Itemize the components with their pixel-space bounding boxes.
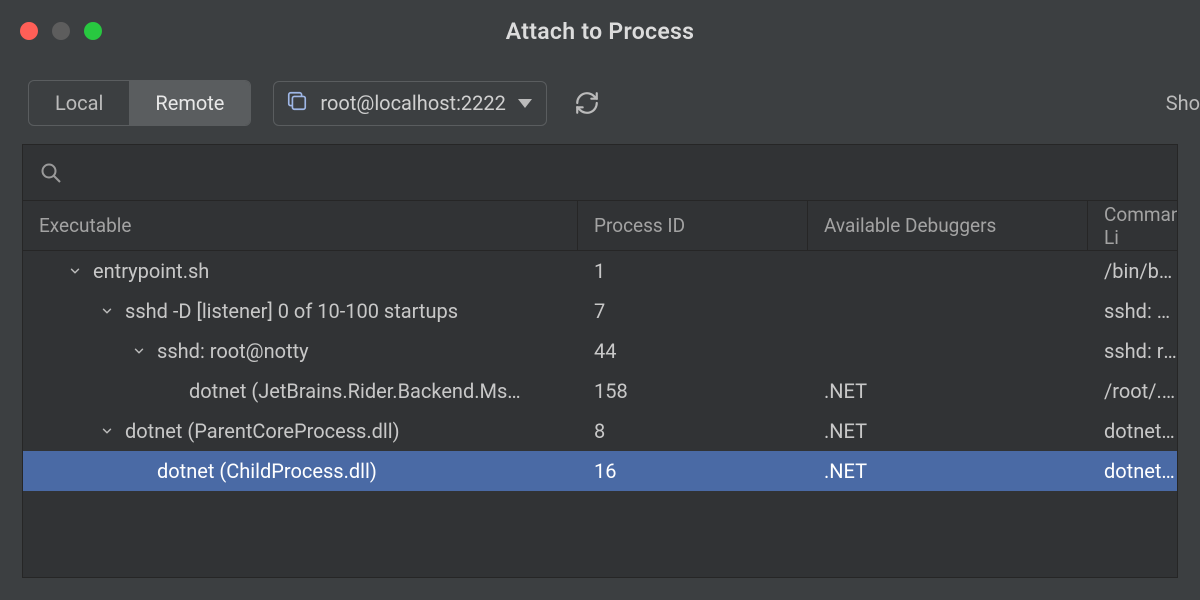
- col-executable[interactable]: Executable: [23, 201, 578, 250]
- window-controls: [20, 22, 102, 40]
- cell-executable: dotnet (ChildProcess.dll): [23, 459, 578, 483]
- zoom-window-button[interactable]: [84, 22, 102, 40]
- cell-debuggers: .NET: [808, 419, 1088, 443]
- dialog-title: Attach to Process: [506, 18, 695, 45]
- remote-host-icon: [286, 90, 308, 117]
- search-row[interactable]: [23, 145, 1177, 201]
- refresh-icon: [574, 90, 600, 116]
- executable-label: dotnet (ParentCoreProcess.dll): [125, 419, 400, 443]
- chevron-down-icon: [518, 99, 532, 108]
- executable-label: entrypoint.sh: [93, 259, 209, 283]
- refresh-button[interactable]: [569, 85, 605, 121]
- cell-executable: entrypoint.sh: [23, 259, 578, 283]
- cell-pid: 7: [578, 299, 808, 323]
- chevron-down-icon[interactable]: [99, 304, 115, 318]
- table-row[interactable]: entrypoint.sh 1/bin/bash /app: [23, 251, 1177, 291]
- cell-cmd: /bin/bash /app: [1088, 259, 1177, 283]
- connection-mode-segmented: Local Remote: [28, 80, 251, 126]
- table-row[interactable]: sshd: root@notty 44 sshd: root@no: [23, 331, 1177, 371]
- cell-cmd: dotnet /app/P: [1088, 419, 1177, 443]
- cell-pid: 1: [578, 259, 808, 283]
- chevron-down-icon[interactable]: [131, 344, 147, 358]
- table-row[interactable]: sshd -D [listener] 0 of 10-100 startups 7…: [23, 291, 1177, 331]
- chevron-down-icon[interactable]: [67, 264, 83, 278]
- cell-pid: 44: [578, 339, 808, 363]
- minimize-window-button[interactable]: [52, 22, 70, 40]
- table-header: Executable Process ID Available Debugger…: [23, 201, 1177, 251]
- tab-local[interactable]: Local: [29, 81, 129, 125]
- cell-executable: dotnet (JetBrains.Rider.Backend.Ms…: [23, 379, 578, 403]
- cell-cmd: /root/.local/sh: [1088, 379, 1177, 403]
- table-body: entrypoint.sh 1/bin/bash /app sshd -D [lis…: [23, 251, 1177, 491]
- toolbar: Local Remote root@localhost:2222 Sho: [0, 62, 1200, 144]
- cell-pid: 158: [578, 379, 808, 403]
- cell-debuggers: .NET: [808, 459, 1088, 483]
- cell-cmd: sshd: /usr/sbi: [1088, 299, 1177, 323]
- tab-remote[interactable]: Remote: [129, 81, 250, 125]
- cell-cmd: sshd: root@no: [1088, 339, 1177, 363]
- cell-executable: dotnet (ParentCoreProcess.dll): [23, 419, 578, 443]
- col-debuggers[interactable]: Available Debuggers: [808, 201, 1088, 250]
- executable-label: sshd -D [listener] 0 of 10-100 startups: [125, 299, 458, 323]
- show-link[interactable]: Sho: [1166, 91, 1200, 115]
- search-icon: [39, 161, 63, 185]
- process-panel: Executable Process ID Available Debugger…: [22, 144, 1178, 578]
- cell-pid: 8: [578, 419, 808, 443]
- cell-debuggers: .NET: [808, 379, 1088, 403]
- table-row[interactable]: dotnet (JetBrains.Rider.Backend.Ms… 158.N…: [23, 371, 1177, 411]
- remote-host-dropdown[interactable]: root@localhost:2222: [273, 81, 546, 126]
- table-row[interactable]: dotnet (ParentCoreProcess.dll) 8.NETdotne…: [23, 411, 1177, 451]
- executable-label: sshd: root@notty: [157, 339, 309, 363]
- chevron-down-icon[interactable]: [99, 424, 115, 438]
- col-pid[interactable]: Process ID: [578, 201, 808, 250]
- col-cmd[interactable]: Command Li: [1088, 201, 1178, 250]
- titlebar: Attach to Process: [0, 0, 1200, 62]
- cell-executable: sshd -D [listener] 0 of 10-100 startups: [23, 299, 578, 323]
- cell-pid: 16: [578, 459, 808, 483]
- close-window-button[interactable]: [20, 22, 38, 40]
- executable-label: dotnet (JetBrains.Rider.Backend.Ms…: [189, 379, 521, 403]
- cell-cmd: dotnet ChildP: [1088, 459, 1177, 483]
- process-table: Executable Process ID Available Debugger…: [23, 201, 1177, 491]
- remote-host-label: root@localhost:2222: [320, 91, 505, 115]
- cell-executable: sshd: root@notty: [23, 339, 578, 363]
- table-row[interactable]: dotnet (ChildProcess.dll) 16.NETdotnet Ch…: [23, 451, 1177, 491]
- executable-label: dotnet (ChildProcess.dll): [157, 459, 377, 483]
- dialog-window: Attach to Process Local Remote root@loca…: [0, 0, 1200, 600]
